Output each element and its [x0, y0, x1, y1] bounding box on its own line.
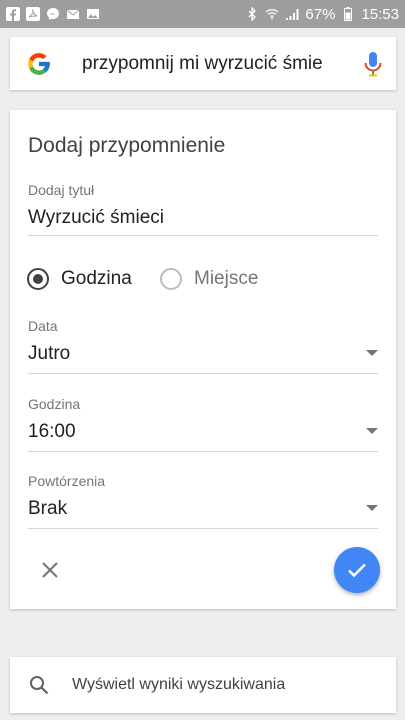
- radio-place-label: Miejsce: [194, 268, 259, 289]
- battery-icon: [341, 7, 355, 21]
- facebook-icon: [6, 7, 20, 21]
- date-dropdown-arrow-icon[interactable]: [366, 350, 378, 356]
- repeat-dropdown[interactable]: Brak: [28, 498, 67, 520]
- repeat-label: Powtórzenia: [28, 473, 106, 489]
- wifi-icon: [265, 7, 279, 21]
- time-dropdown-arrow-icon[interactable]: [366, 428, 378, 434]
- pdf-icon: [26, 7, 40, 21]
- search-icon: [30, 676, 49, 695]
- signal-icon: [285, 7, 299, 21]
- show-search-results-button[interactable]: Wyświetl wyniki wyszukiwania: [10, 657, 396, 713]
- title-field-label: Dodaj tytuł: [28, 182, 95, 198]
- close-icon[interactable]: [38, 558, 62, 582]
- status-bar: 67% 15:53: [0, 0, 405, 28]
- battery-percent: 67%: [305, 5, 336, 23]
- search-query[interactable]: przypomnij mi wyrzucić śmie: [82, 53, 352, 75]
- confirm-button[interactable]: [334, 547, 380, 593]
- date-label: Data: [28, 318, 58, 334]
- search-bar[interactable]: przypomnij mi wyrzucić śmie: [10, 37, 396, 90]
- repeat-dropdown-arrow-icon[interactable]: [366, 505, 378, 511]
- title-field-underline: [28, 235, 378, 236]
- clock: 15:53: [361, 5, 399, 23]
- radio-place-circle[interactable]: [160, 268, 182, 290]
- messenger-icon: [46, 7, 60, 21]
- time-dropdown[interactable]: 16:00: [28, 421, 76, 443]
- repeat-underline: [28, 528, 378, 529]
- time-underline: [28, 451, 378, 452]
- bluetooth-icon: [245, 7, 259, 21]
- system-status: 67% 15:53: [245, 6, 399, 23]
- title-field-input[interactable]: Wyrzucić śmieci: [28, 207, 164, 229]
- image-icon: [86, 7, 100, 21]
- radio-time[interactable]: Godzina: [27, 268, 132, 290]
- radio-time-label: Godzina: [61, 268, 132, 289]
- date-underline: [28, 373, 378, 374]
- radio-time-circle[interactable]: [27, 268, 49, 290]
- reminder-card: Dodaj przypomnienie Dodaj tytuł Wyrzucić…: [10, 110, 396, 609]
- radio-place[interactable]: Miejsce: [160, 268, 258, 290]
- check-icon: [348, 563, 366, 578]
- time-label: Godzina: [28, 396, 81, 412]
- google-logo-icon: [28, 52, 50, 75]
- date-dropdown[interactable]: Jutro: [28, 343, 70, 365]
- card-title: Dodaj przypomnienie: [28, 134, 226, 157]
- notification-icons: [6, 7, 100, 21]
- show-search-results-label: Wyświetl wyniki wyszukiwania: [72, 676, 286, 693]
- microphone-icon[interactable]: [362, 50, 384, 78]
- mail-icon: [66, 7, 80, 21]
